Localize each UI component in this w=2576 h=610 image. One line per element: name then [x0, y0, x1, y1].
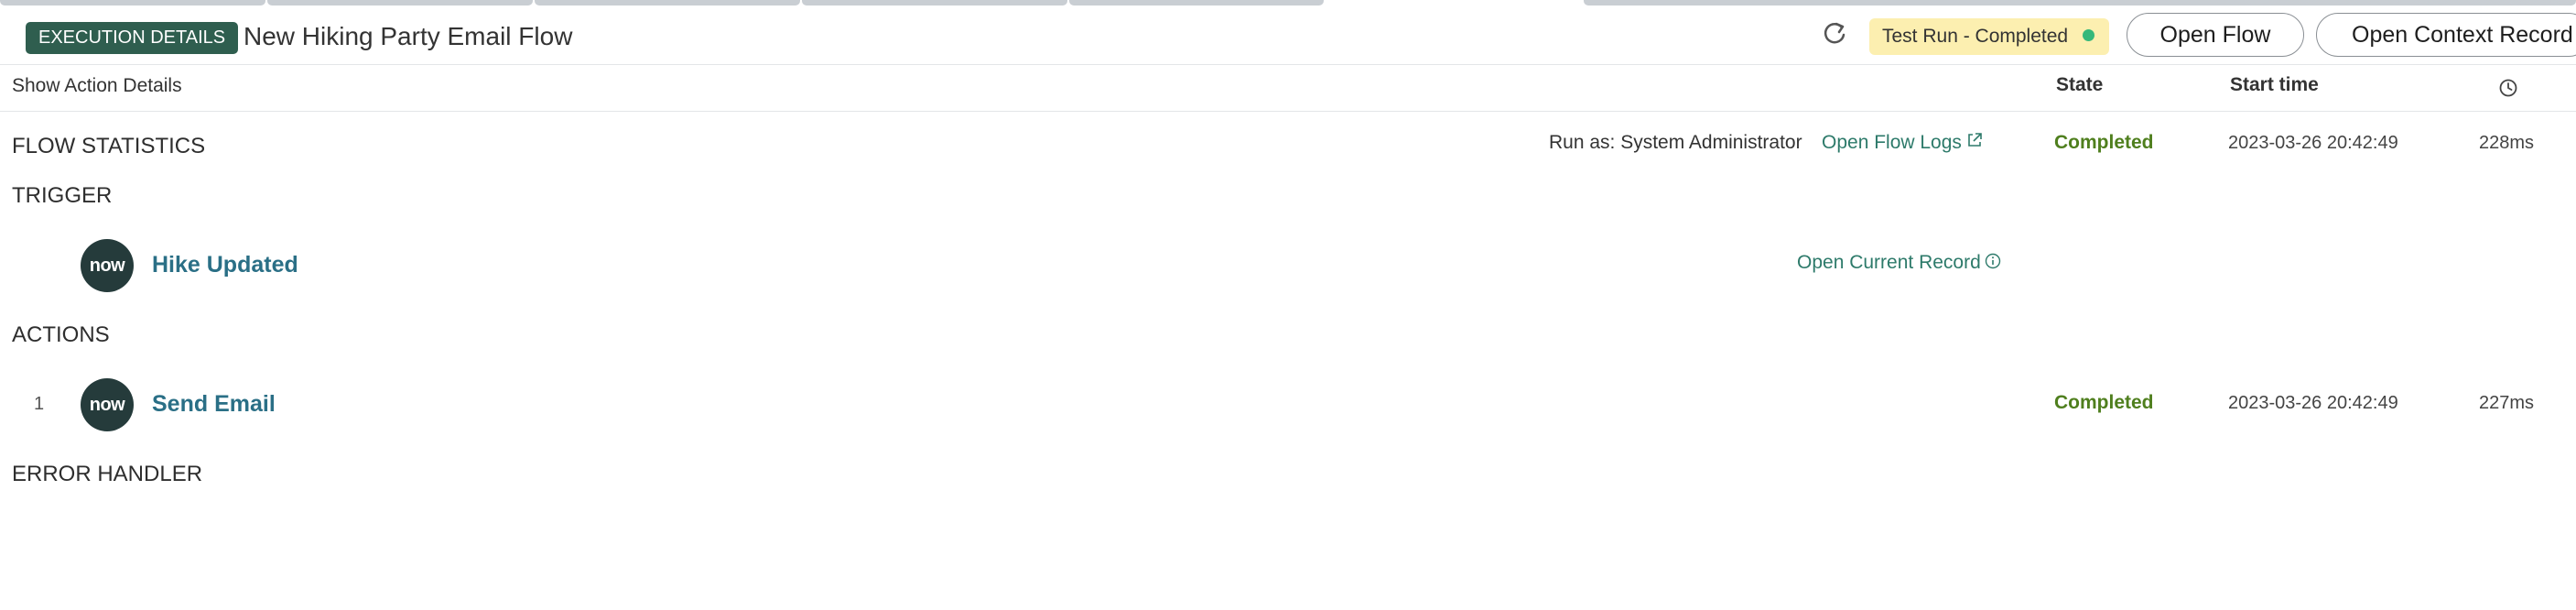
tab-segment[interactable] — [1584, 0, 2576, 5]
start-time-column-header: Start time — [2230, 74, 2319, 95]
status-dot-icon — [2083, 28, 2095, 41]
action-name[interactable]: Send Email — [152, 391, 276, 418]
open-flow-button[interactable]: Open Flow — [2127, 13, 2304, 57]
error-handler-heading: ERROR HANDLER — [12, 462, 203, 486]
run-as-label: Run as: System Administrator — [1549, 132, 1802, 153]
tab-segment[interactable] — [267, 0, 533, 5]
flow-state: Completed — [2054, 132, 2154, 153]
clock-icon — [2499, 79, 2517, 97]
tab-segment[interactable] — [802, 0, 1067, 5]
flow-statistics-heading: FLOW STATISTICS — [12, 134, 206, 158]
tab-segment[interactable] — [535, 0, 800, 5]
open-flow-logs-link[interactable]: Open Flow Logs — [1822, 132, 1984, 154]
column-header-row — [0, 64, 2576, 112]
action-duration: 227ms — [2479, 393, 2535, 413]
tab-segment[interactable] — [1069, 0, 1324, 5]
tab-segment[interactable] — [0, 0, 265, 5]
servicenow-logo-icon: now — [81, 239, 134, 292]
execution-details-badge: EXECUTION DETAILS — [26, 22, 239, 54]
servicenow-logo-icon: now — [81, 378, 134, 431]
info-icon[interactable] — [1985, 253, 2001, 269]
open-flow-logs-label: Open Flow Logs — [1822, 132, 1962, 153]
trigger-name[interactable]: Hike Updated — [152, 252, 298, 278]
flow-start-time: 2023-03-26 20:42:49 — [2228, 133, 2398, 153]
action-number: 1 — [34, 394, 45, 414]
open-current-record-link[interactable]: Open Current Record — [1797, 252, 2001, 274]
refresh-icon[interactable] — [1816, 15, 1853, 51]
action-state: Completed — [2054, 392, 2154, 413]
external-link-icon — [1968, 133, 1982, 147]
run-status-badge: Test Run - Completed — [1869, 18, 2110, 55]
state-column-header: State — [2056, 74, 2104, 95]
flow-duration: 228ms — [2479, 133, 2535, 153]
tab-strip — [0, 0, 2576, 5]
open-context-record-button[interactable]: Open Context Record — [2316, 13, 2576, 57]
show-action-details-toggle[interactable]: Show Action Details — [12, 75, 182, 97]
flow-title: New Hiking Party Email Flow — [244, 22, 573, 50]
action-start-time: 2023-03-26 20:42:49 — [2228, 393, 2398, 413]
run-status-label: Test Run - Completed — [1882, 26, 2069, 47]
actions-heading: ACTIONS — [12, 322, 110, 347]
trigger-heading: TRIGGER — [12, 183, 113, 208]
open-current-record-label: Open Current Record — [1797, 252, 1981, 273]
